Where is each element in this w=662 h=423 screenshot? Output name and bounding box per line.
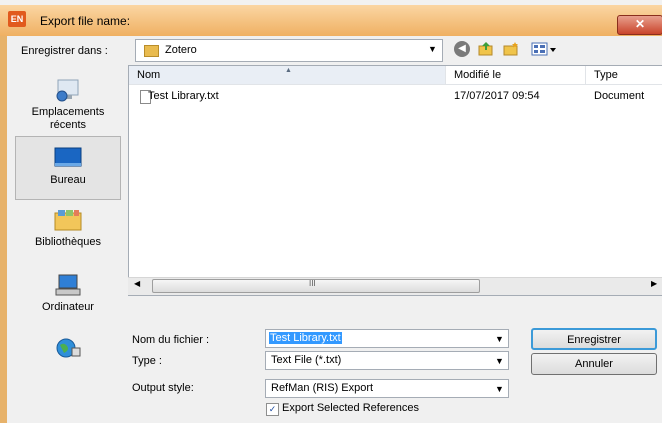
up-folder-icon[interactable] [478,41,494,57]
header-divider [129,84,662,85]
chevron-down-icon[interactable]: ▼ [428,44,437,54]
recent-places-icon [52,78,84,102]
type-label: Type : [132,355,162,367]
place-computer[interactable]: Ordinateur [15,273,121,314]
place-libraries-label: Bibliothèques [34,236,102,248]
export-selected-label: Export Selected References [282,402,419,414]
file-type-cell: Document [594,90,645,102]
folder-icon [144,45,159,57]
place-desktop-label: Bureau [50,174,86,186]
save-button[interactable]: Enregistrer [531,328,657,350]
network-icon [52,336,84,360]
export-selected-checkbox[interactable]: ✓ [266,403,279,416]
column-header-type-label: Type [594,69,618,81]
place-computer-label: Ordinateur [42,301,94,313]
scroll-grip: III [309,279,316,288]
libraries-icon [52,208,84,232]
column-header-name[interactable]: Nom ▲ [129,66,446,84]
place-recent-label: Emplacements récents [31,106,105,131]
computer-icon [52,273,84,297]
back-icon[interactable]: ◀ [454,41,470,57]
new-folder-icon[interactable] [502,41,520,57]
scroll-left-icon[interactable]: ◀ [134,279,140,288]
type-value: Text File (*.txt) [271,354,342,366]
file-modified-cell: 17/07/2017 09:54 [454,90,540,102]
column-header-type[interactable]: Type [586,66,662,84]
column-header-modified-label: Modifié le [454,69,502,81]
output-style-value: RefMan (RIS) Export [271,382,374,394]
column-header-name-label: Nom [137,69,161,81]
view-menu-icon[interactable] [531,41,557,57]
scrollbar-thumb[interactable] [152,279,480,293]
save-in-value: Zotero [165,44,197,56]
filename-value[interactable]: Test Library.txt [269,332,342,344]
filename-label: Nom du fichier : [132,334,210,346]
app-icon: EN [8,11,26,27]
filename-dropdown-icon[interactable]: ▼ [495,334,504,344]
place-recent[interactable]: Emplacements récents [15,78,121,132]
sort-ascending-icon: ▲ [285,67,292,74]
scroll-right-icon[interactable]: ▶ [651,279,657,288]
place-desktop[interactable]: Bureau [15,146,121,187]
save-in-label: Enregistrer dans : [21,45,108,57]
column-header-modified[interactable]: Modifié le [446,66,586,84]
output-style-label: Output style: [132,382,194,394]
place-network[interactable] [15,336,121,364]
close-button[interactable]: ✕ [617,15,662,35]
place-libraries[interactable]: Bibliothèques [15,208,121,249]
dialog-title: Export file name: [40,14,131,28]
output-style-dropdown-icon[interactable]: ▼ [495,384,504,394]
desktop-icon [52,146,84,170]
cancel-button[interactable]: Annuler [531,353,657,375]
file-name-cell[interactable]: Test Library.txt [148,90,219,102]
type-dropdown-icon[interactable]: ▼ [495,356,504,366]
